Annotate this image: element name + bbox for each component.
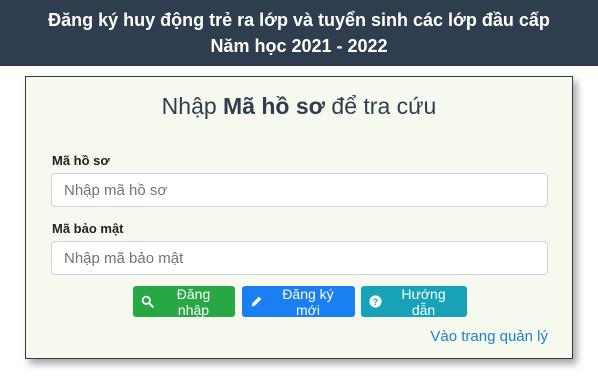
- security-code-input[interactable]: [51, 241, 548, 275]
- security-code-label: Mã bảo mật: [52, 221, 124, 236]
- login-button-label: Đăng nhập: [176, 285, 211, 318]
- help-button[interactable]: ? Hướng dẫn: [361, 285, 467, 318]
- page-header: Đăng ký huy động trẻ ra lớp và tuyển sin…: [0, 0, 598, 66]
- header-title-line2: Năm học 2021 - 2022: [210, 36, 388, 56]
- svg-text:?: ?: [373, 297, 378, 307]
- card-title-prefix: Nhập: [161, 93, 224, 119]
- card-title: Nhập Mã hồ sơ để tra cứu: [26, 93, 572, 120]
- profile-code-input[interactable]: [51, 173, 548, 207]
- help-button-label: Hướng dẫn: [401, 285, 446, 318]
- question-circle-icon: ?: [369, 295, 382, 308]
- profile-code-label: Mã hồ sơ: [52, 153, 110, 168]
- register-button[interactable]: Đăng ký mới: [242, 285, 355, 318]
- header-title-line1: Đăng ký huy động trẻ ra lớp và tuyển sin…: [48, 10, 550, 30]
- lookup-card: Nhập Mã hồ sơ để tra cứu Mã hồ sơ Mã bảo…: [25, 76, 573, 359]
- card-title-bold: Mã hồ sơ: [223, 93, 326, 119]
- card-title-suffix: để tra cứu: [325, 93, 437, 119]
- login-button[interactable]: Đăng nhập: [133, 285, 235, 318]
- search-icon: [141, 295, 154, 308]
- admin-page-link[interactable]: Vào trang quản lý: [430, 328, 548, 345]
- pencil-icon: [250, 295, 263, 308]
- register-button-label: Đăng ký mới: [282, 285, 334, 318]
